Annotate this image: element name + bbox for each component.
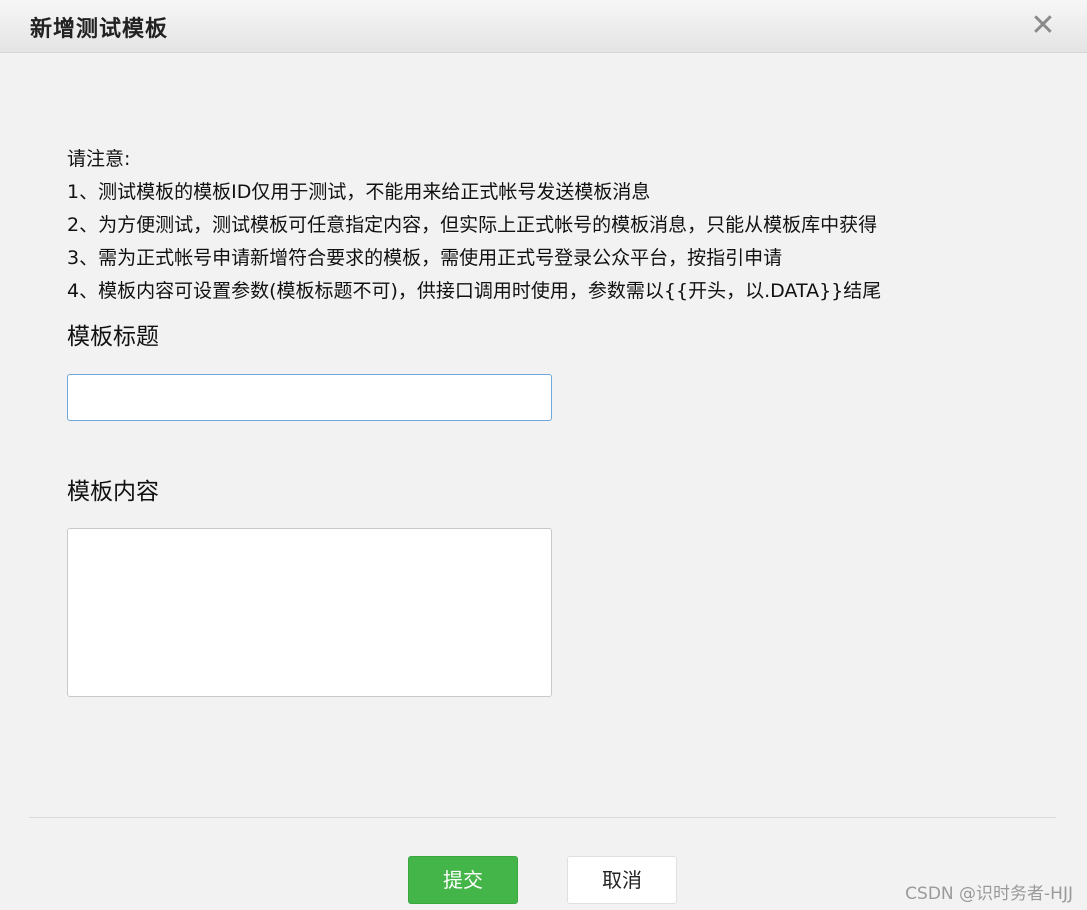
notice-item-1: 1、测试模板的模板ID仅用于测试，不能用来给正式帐号发送模板消息 (67, 181, 651, 203)
template-content-textarea[interactable] (67, 528, 552, 697)
close-icon[interactable]: ✕ (1029, 10, 1057, 42)
template-title-label: 模板标题 (67, 324, 159, 350)
notice-block: 请注意: 1、测试模板的模板ID仅用于测试，不能用来给正式帐号发送模板消息 2、… (67, 143, 1027, 308)
notice-item-3: 3、需为正式帐号申请新增符合要求的模板，需使用正式号登录公众平台，按指引申请 (67, 247, 783, 269)
footer-divider (29, 817, 1056, 818)
template-title-input[interactable] (67, 374, 552, 421)
submit-button[interactable]: 提交 (408, 856, 518, 904)
dialog-header: 新增测试模板 ✕ (0, 0, 1087, 53)
notice-heading: 请注意: (67, 148, 131, 170)
notice-item-2: 2、为方便测试，测试模板可任意指定内容，但实际上正式帐号的模板消息，只能从模板库… (67, 214, 878, 236)
csdn-watermark: CSDN @识时务者-HJJ (905, 884, 1073, 904)
cancel-button[interactable]: 取消 (567, 856, 677, 904)
template-content-label: 模板内容 (67, 479, 159, 505)
dialog-title: 新增测试模板 (30, 17, 169, 42)
add-test-template-dialog: 新增测试模板 ✕ 请注意: 1、测试模板的模板ID仅用于测试，不能用来给正式帐号… (0, 0, 1087, 910)
notice-item-4: 4、模板内容可设置参数(模板标题不可)，供接口调用时使用，参数需以{{开头，以.… (67, 280, 882, 302)
